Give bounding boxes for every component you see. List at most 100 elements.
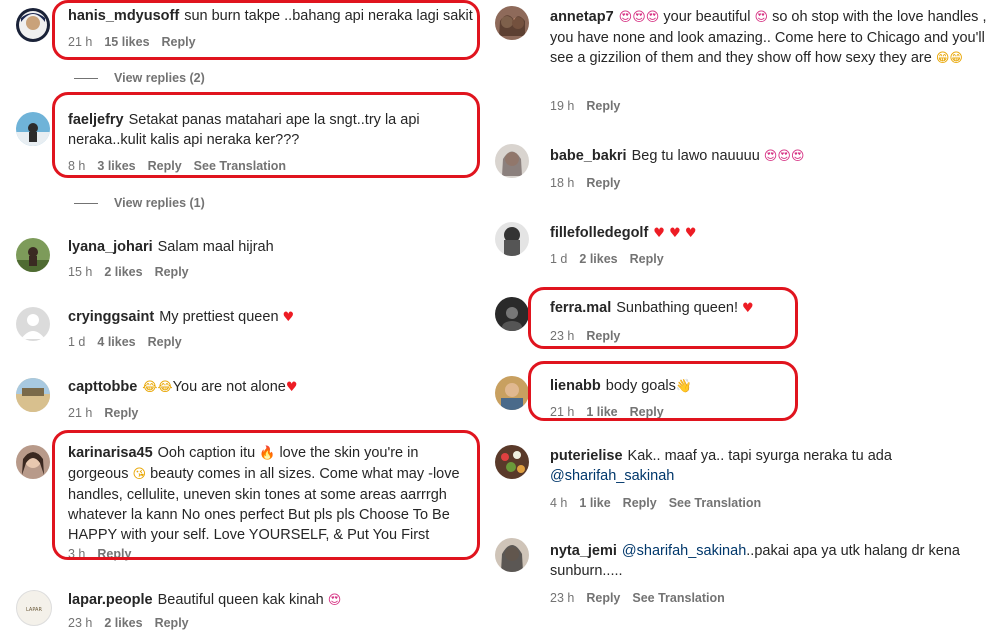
comment-time[interactable]: 4 h: [550, 496, 567, 510]
comment-username[interactable]: ferra.mal: [550, 300, 611, 316]
likes-count[interactable]: 2 likes: [104, 616, 142, 630]
likes-count[interactable]: 4 likes: [97, 335, 135, 349]
heart-eyes-icon: 😍😍😍: [763, 149, 805, 164]
see-translation-button[interactable]: See Translation: [194, 159, 286, 173]
comment-body-part-1: your beautiful: [663, 9, 751, 25]
comment-username[interactable]: hanis_mdyusoff: [68, 8, 179, 24]
comment-text: annetap7 😍😍😍 your beautiful 😍 so oh stop …: [550, 7, 998, 69]
comment-body: sun burn takpe ..bahang api neraka lagi …: [184, 8, 473, 24]
comment-time[interactable]: 18 h: [550, 176, 574, 190]
likes-count[interactable]: 2 likes: [104, 265, 142, 279]
fire-icon: 🔥: [259, 446, 276, 461]
comment-meta: 21 h 1 like Reply: [550, 405, 676, 419]
comment-username[interactable]: capttobbe: [68, 379, 137, 395]
comment-meta: 19 h Reply: [550, 99, 632, 113]
comment-username[interactable]: nyta_jemi: [550, 543, 617, 559]
view-replies-button[interactable]: View replies (2): [74, 71, 205, 85]
reply-button[interactable]: Reply: [155, 616, 189, 630]
comment-body: Beg tu lawo nauuuu: [631, 148, 760, 164]
comment-time[interactable]: 1 d: [68, 335, 85, 349]
comment-time[interactable]: 23 h: [550, 329, 574, 343]
avatar[interactable]: LAPAR: [16, 590, 52, 626]
avatar[interactable]: [16, 8, 50, 42]
avatar[interactable]: [495, 222, 529, 256]
see-translation-button[interactable]: See Translation: [669, 496, 761, 510]
comment-username[interactable]: puterielise: [550, 448, 623, 464]
avatar[interactable]: [495, 538, 529, 572]
comment-time[interactable]: 23 h: [550, 591, 574, 605]
comment-text: ferra.mal Sunbathing queen! ♥: [550, 298, 998, 319]
reply-button[interactable]: Reply: [162, 35, 196, 49]
comment-username[interactable]: lienabb: [550, 378, 601, 394]
reply-button[interactable]: Reply: [586, 99, 620, 113]
left-comment-column: hanis_mdyusoff sun burn takpe ..bahang ap…: [0, 0, 490, 630]
see-translation-button[interactable]: See Translation: [632, 591, 724, 605]
reply-button[interactable]: Reply: [623, 496, 657, 510]
comment-meta: 23 h Reply: [550, 329, 632, 343]
comment-meta: 4 h 1 like Reply See Translation: [550, 496, 773, 510]
comment-username[interactable]: faeljefry: [68, 112, 124, 128]
avatar[interactable]: [495, 144, 529, 178]
comment-time[interactable]: 21 h: [68, 406, 92, 420]
likes-count[interactable]: 3 likes: [97, 159, 135, 173]
avatar[interactable]: [16, 112, 50, 146]
mention-link[interactable]: @sharifah_sakinah: [622, 543, 746, 559]
avatar[interactable]: [16, 445, 50, 479]
likes-count[interactable]: 1 like: [586, 405, 617, 419]
mention-link[interactable]: @sharifah_sakinah: [550, 468, 674, 484]
grinning-face-icon: 😁😁: [935, 51, 963, 66]
comment-meta: 23 h Reply See Translation: [550, 591, 737, 605]
comment-meta: 1 d 4 likes Reply: [68, 335, 194, 349]
reply-button[interactable]: Reply: [97, 547, 131, 561]
avatar[interactable]: [495, 445, 529, 479]
comment-username[interactable]: fillefolledegolf: [550, 225, 648, 241]
reply-button[interactable]: Reply: [630, 252, 664, 266]
comment-time[interactable]: 8 h: [68, 159, 85, 173]
comment-username[interactable]: lapar.people: [68, 592, 153, 608]
replies-divider-line: [74, 78, 98, 80]
comment-username[interactable]: cryinggsaint: [68, 309, 154, 325]
likes-count[interactable]: 2 likes: [579, 252, 617, 266]
reply-button[interactable]: Reply: [586, 329, 620, 343]
likes-count[interactable]: 15 likes: [104, 35, 149, 49]
likes-count[interactable]: 1 like: [579, 496, 610, 510]
comment-time[interactable]: 21 h: [550, 405, 574, 419]
comment-username[interactable]: karinarisa45: [68, 445, 153, 461]
comment-body: Kak.. maaf ya.. tapi syurga neraka tu ad…: [627, 448, 892, 464]
heart-eyes-icon: 😍😍😍: [618, 10, 660, 25]
avatar[interactable]: [495, 376, 529, 410]
comment-meta: 1 d 2 likes Reply: [550, 252, 676, 266]
comment-time[interactable]: 15 h: [68, 265, 92, 279]
heart-icon: ♥: [282, 310, 295, 325]
view-replies-label: View replies (2): [114, 71, 205, 85]
avatar[interactable]: [495, 297, 529, 331]
comment-username[interactable]: lyana_johari: [68, 239, 153, 255]
comment-time[interactable]: 19 h: [550, 99, 574, 113]
comment-text: hanis_mdyusoff sun burn takpe ..bahang ap…: [68, 6, 488, 26]
reply-button[interactable]: Reply: [630, 405, 664, 419]
avatar[interactable]: [16, 307, 50, 341]
comment-body: You are not alone: [172, 379, 286, 395]
comment-time[interactable]: 3 h: [68, 547, 85, 561]
avatar[interactable]: [495, 6, 529, 40]
view-replies-button[interactable]: View replies (1): [74, 196, 205, 210]
comment-text: karinarisa45 Ooh caption itu 🔥 love the s…: [68, 443, 468, 545]
comment-text: lyana_johari Salam maal hijrah: [68, 237, 488, 257]
comment-username[interactable]: babe_bakri: [550, 148, 627, 164]
reply-button[interactable]: Reply: [148, 335, 182, 349]
comment-text: lapar.people Beautiful queen kak kinah 😍: [68, 590, 488, 611]
comment-time[interactable]: 23 h: [68, 616, 92, 630]
reply-button[interactable]: Reply: [586, 176, 620, 190]
reply-button[interactable]: Reply: [155, 265, 189, 279]
avatar[interactable]: [16, 378, 50, 412]
reply-button[interactable]: Reply: [586, 591, 620, 605]
avatar[interactable]: [16, 238, 50, 272]
heart-icon: ♥: [742, 301, 754, 316]
reply-button[interactable]: Reply: [104, 406, 138, 420]
right-comment-column: annetap7 😍😍😍 your beautiful 😍 so oh stop …: [490, 0, 1000, 623]
comment-time[interactable]: 21 h: [68, 35, 92, 49]
comment-username[interactable]: annetap7: [550, 9, 614, 25]
heart-icon: ♥ ♥ ♥: [653, 226, 697, 241]
reply-button[interactable]: Reply: [148, 159, 182, 173]
comment-time[interactable]: 1 d: [550, 252, 567, 266]
